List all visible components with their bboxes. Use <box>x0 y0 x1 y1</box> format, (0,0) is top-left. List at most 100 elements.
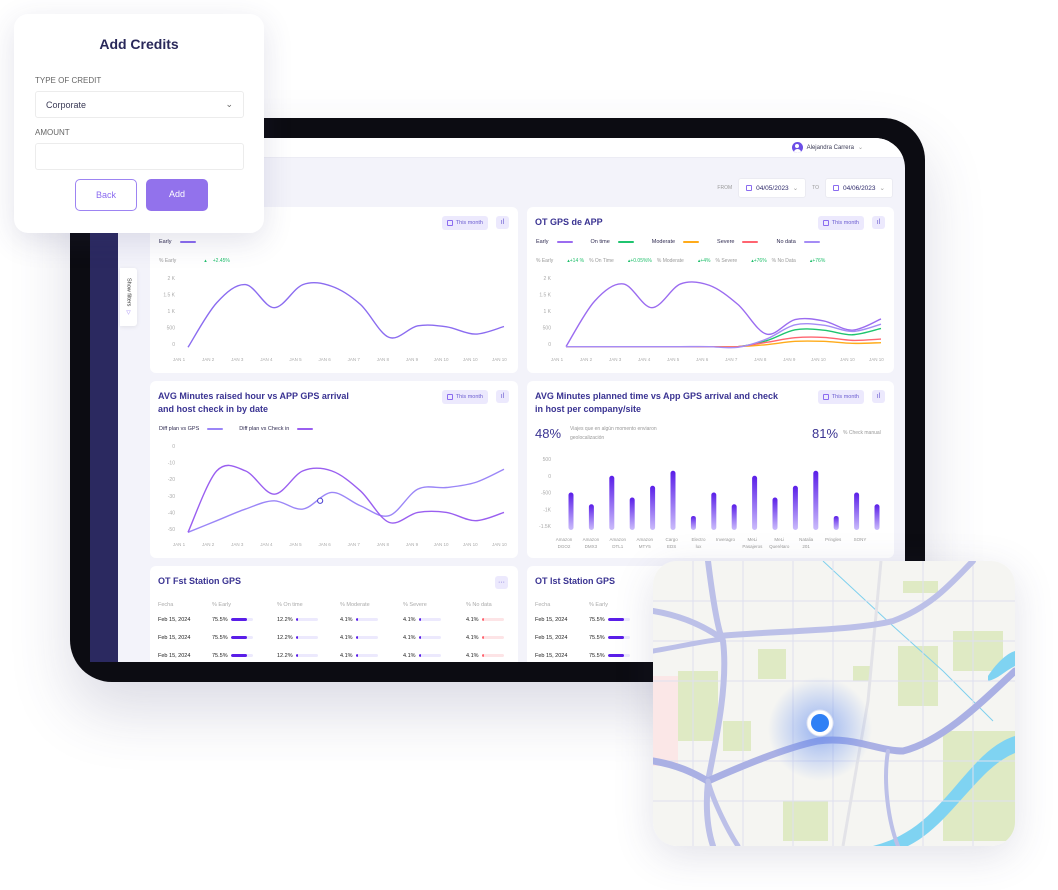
column-header: % Moderate <box>340 602 370 608</box>
bar <box>690 515 696 530</box>
x-tick-label: JAN 10 <box>869 357 884 362</box>
table-header: Fecha % Early <box>535 599 654 611</box>
from-date-picker[interactable]: 04/05/2023 ⌄ <box>738 178 807 198</box>
table-row[interactable]: Feb 15, 2024 75.5% <box>535 629 654 647</box>
x-tick-label: Inveragro <box>716 537 736 542</box>
x-tick-label: JAN 6 <box>319 357 332 362</box>
x-tick-label: JAN 4 <box>638 357 651 362</box>
percent-cell: 12.2% <box>277 647 340 662</box>
table-row[interactable]: Feb 15, 2024 75.5% <box>535 647 654 662</box>
user-menu[interactable]: Alejandra Carrera ⌄ <box>791 142 863 153</box>
x-tick-label: Amazon <box>556 537 573 542</box>
x-tick-label: JAN 4 <box>260 357 273 362</box>
percent-value: 4.1% <box>340 653 353 659</box>
percent-cell: 4.1% <box>340 647 403 662</box>
x-tick-label: JAN 10 <box>463 357 478 362</box>
x-tick-label: JAN 2 <box>580 357 593 362</box>
x-tick-label: JAN 1 <box>173 357 186 362</box>
x-tick-label: Amazon <box>583 537 600 542</box>
percent-cell: 4.1% <box>340 611 403 629</box>
y-tick-label: 500 <box>543 326 552 332</box>
percent-cell: 4.1% <box>403 611 466 629</box>
company-bar-chart: 500 0 -500 -1K -1.5K Amazon DGO2 Amazon DMX3 Amaz… <box>539 457 880 549</box>
percent-value: 75.5% <box>589 617 605 623</box>
percent-cell: 75.5% <box>212 611 277 629</box>
percent-value: 75.5% <box>212 617 228 623</box>
credit-type-select[interactable]: Corporate ⌄ <box>35 91 244 118</box>
date-cell: Feb 15, 2024 <box>158 653 191 659</box>
bar <box>731 504 737 530</box>
back-button[interactable]: Back <box>75 179 137 211</box>
date-cell: Feb 15, 2024 <box>535 635 568 641</box>
credit-type-value: Corporate <box>46 100 87 110</box>
user-circle-icon <box>791 142 803 153</box>
add-button[interactable]: Add <box>146 179 208 211</box>
percent-cell: 75.5% <box>589 611 654 629</box>
x-tick-label: JAN 1 <box>173 542 186 547</box>
progress-bar <box>481 618 504 622</box>
y-tick-label: 2 K <box>167 276 175 282</box>
chevron-down-icon: ⌄ <box>225 99 233 109</box>
percent-value: 75.5% <box>212 653 228 659</box>
column-header: Fecha <box>535 602 551 608</box>
station-table: Fecha % Early % On time % Moderate % Severe%… <box>158 599 511 662</box>
table-header: Fecha % Early % On time % Moderate % Severe%… <box>158 599 511 611</box>
x-tick-label: JAN 5 <box>667 357 680 362</box>
to-date-picker[interactable]: 04/06/2023 ⌄ <box>825 178 893 198</box>
percent-cell: 12.2% <box>277 611 340 629</box>
column-header: % Severe <box>403 602 427 608</box>
show-filters-button[interactable]: Show filters ▽ <box>120 268 137 326</box>
progress-bar <box>295 654 318 658</box>
x-tick-label: DTL1 <box>612 544 624 549</box>
x-tick-label: lux <box>696 544 703 549</box>
percent-cell: 75.5% <box>589 647 654 662</box>
y-tick-label: 500 <box>543 457 552 463</box>
y-tick-label: 1 K <box>543 309 551 315</box>
bar <box>650 485 656 530</box>
bar <box>752 475 758 530</box>
chevron-down-icon: ⌄ <box>879 185 885 192</box>
amount-input[interactable] <box>35 143 244 170</box>
from-label: FROM <box>717 185 733 191</box>
from-date: 04/05/2023 <box>756 184 789 192</box>
x-tick-label: JAN 8 <box>754 357 767 362</box>
table-row[interactable]: Feb 15, 2024 75.5% <box>535 611 654 629</box>
ot-fst-station-card: OT Fst Station GPS ··· Fecha % Early % On … <box>150 566 518 662</box>
table-row[interactable]: Feb 15, 2024 75.5% 12.2% 4.1% 4.1% 4.1% <box>158 647 511 662</box>
x-tick-label: MeLi <box>747 537 757 542</box>
dialog-title: Add Credits <box>99 36 179 52</box>
x-tick-label: JAN 8 <box>377 357 390 362</box>
date-cell: Feb 15, 2024 <box>158 617 191 623</box>
map-view[interactable] <box>653 561 1015 846</box>
y-tick-label: 1.5 K <box>539 293 551 299</box>
x-tick-label: JAN 7 <box>348 357 361 362</box>
avg-minutes-line-chart: 0 -10 -20 -30 -40 -50 JAN 1 JAN 2 JAN 3 JAN 4 JAN … <box>168 444 508 547</box>
x-tick-label: JAN 8 <box>377 542 390 547</box>
series-line-no-data <box>566 322 882 349</box>
bar <box>588 504 594 530</box>
x-tick-label: JAN 5 <box>289 542 302 547</box>
calendar-icon <box>746 185 753 191</box>
chevron-down-icon: ⌄ <box>857 145 863 151</box>
filter-icon: ▽ <box>125 310 132 317</box>
progress-bar <box>230 636 253 640</box>
series-line-moderate <box>566 340 882 348</box>
x-tick-label: MeLi <box>774 537 784 542</box>
y-tick-label: -40 <box>168 510 175 516</box>
date-range: FROM 04/05/2023 ⌄ TO 04/06/2023 ⌄ <box>717 178 893 198</box>
percent-cell: 12.2% <box>277 629 340 647</box>
x-tick-label: MTY5 <box>639 544 651 549</box>
y-tick-label: 0 <box>172 444 175 450</box>
table-row[interactable]: Feb 15, 2024 75.5% 12.2% 4.1% 4.1% 4.1% <box>158 629 511 647</box>
table-row[interactable]: Feb 15, 2024 75.5% 12.2% 4.1% 4.1% 4.1% <box>158 611 511 629</box>
progress-bar <box>607 636 630 640</box>
series-line-early <box>187 281 505 348</box>
x-tick-label: Querétaro <box>769 544 790 549</box>
location-pin-icon[interactable] <box>811 714 829 732</box>
y-tick-label: 500 <box>167 326 176 332</box>
x-tick-label: 201 <box>802 544 810 549</box>
bar <box>629 497 635 530</box>
bar <box>813 470 819 530</box>
more-horizontal-icon[interactable]: ··· <box>495 576 508 589</box>
bar <box>833 515 839 530</box>
